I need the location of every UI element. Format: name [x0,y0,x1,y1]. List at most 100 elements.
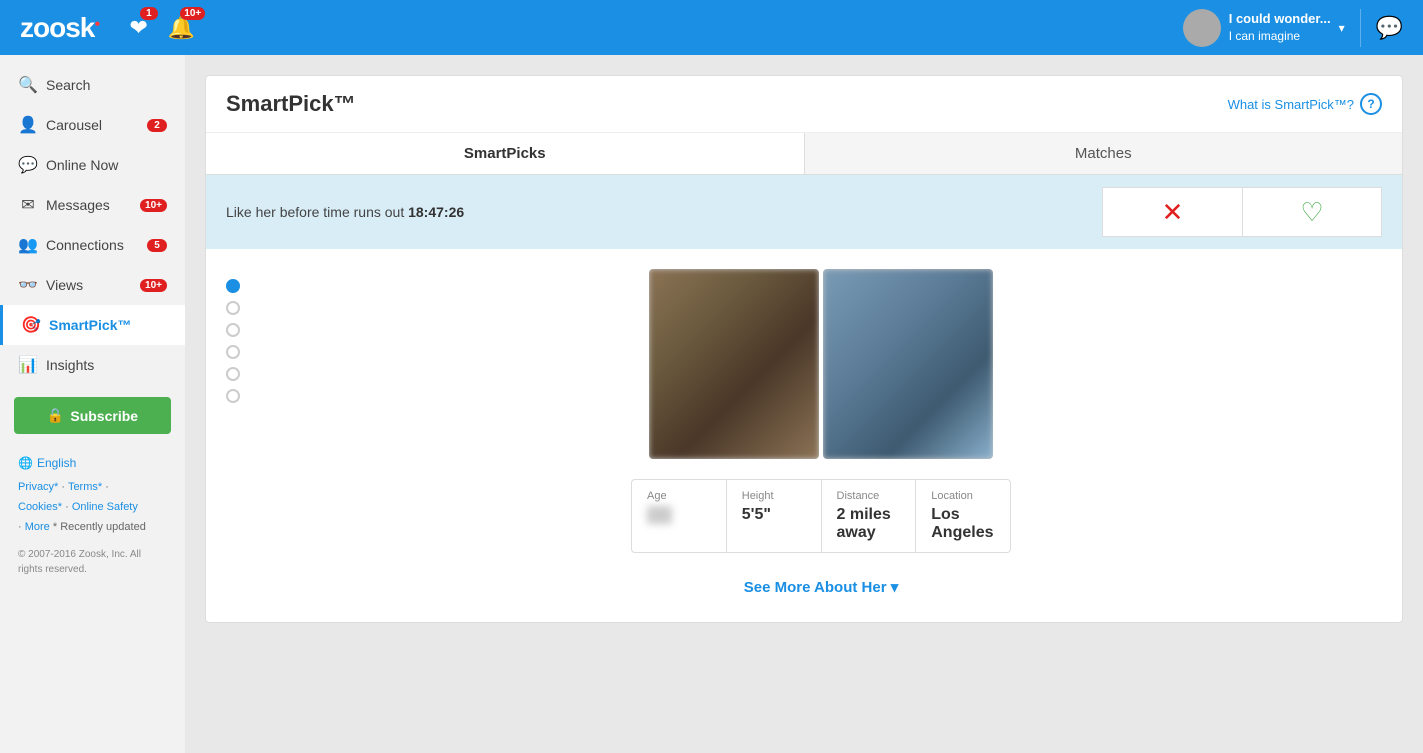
terms-link[interactable]: Terms* [68,481,102,493]
height-label: Height [742,490,806,502]
sidebar-item-search[interactable]: 🔍 Search [0,65,185,105]
notifications-badge: 1 [140,7,158,20]
action-buttons: ✕ ♡ [1102,187,1382,237]
recently-updated-text: * Recently updated [53,521,146,533]
profile-photo-2[interactable] [823,269,993,459]
help-link-text: What is SmartPick™? [1228,97,1354,112]
username: I could wonder... [1229,10,1331,28]
smartpick-icon: 🎯 [21,315,41,335]
see-more-link[interactable]: See More About Her ▾ [744,579,899,596]
privacy-link[interactable]: Privacy* [18,481,58,493]
online-safety-link[interactable]: Online Safety [72,501,138,513]
carousel-icon: 👤 [18,115,38,135]
sidebar-item-connections[interactable]: 👥 Connections 5 [0,225,185,265]
messages-badge: 10+ [140,199,167,212]
main-content: SmartPick™ What is SmartPick™? ? SmartPi… [185,55,1423,753]
subscribe-button[interactable]: 🔒 Subscribe [14,397,171,434]
chevron-down-icon: ▾ [1339,21,1345,35]
globe-icon: 🌐 [18,456,33,470]
photo-dot-1[interactable] [226,279,240,293]
profile-area: Age Height 5'5" Distance 2 miles away [206,249,1402,622]
language-label: English [37,456,76,470]
user-info: I could wonder... I can imagine [1229,10,1331,45]
views-icon: 👓 [18,275,38,295]
sidebar-item-label: Views [46,277,140,293]
sidebar-item-label: Messages [46,197,140,213]
layout: 🔍 Search 👤 Carousel 2 💬 Online Now ✉ Mes… [0,55,1423,753]
photo-dot-3[interactable] [226,323,240,337]
tabs-bar: SmartPicks Matches [206,133,1402,175]
sidebar-item-views[interactable]: 👓 Views 10+ [0,265,185,305]
avatar [1183,9,1221,47]
topnav-icons: ❤ 1 🔔 10+ [129,15,1182,41]
sidebar-item-online-now[interactable]: 💬 Online Now [0,145,185,185]
alerts-badge: 10+ [180,7,205,20]
sidebar-item-label: SmartPick™ [49,317,167,333]
connections-badge: 5 [147,239,167,252]
topnav-right: I could wonder... I can imagine ▾ 💬 [1183,9,1403,47]
dislike-button[interactable]: ✕ [1102,187,1242,237]
lock-icon: 🔒 [47,407,64,424]
age-value [647,506,672,524]
dislike-icon: ✕ [1162,197,1184,228]
sidebar-item-label: Connections [46,237,147,253]
like-button[interactable]: ♡ [1242,187,1382,237]
photo-dot-2[interactable] [226,301,240,315]
connections-icon: 👥 [18,235,38,255]
sidebar-item-insights[interactable]: 📊 Insights [0,345,185,385]
see-more-section: See More About Her ▾ [631,568,1011,602]
user-menu[interactable]: I could wonder... I can imagine ▾ [1183,9,1361,47]
sidebar: 🔍 Search 👤 Carousel 2 💬 Online Now ✉ Mes… [0,55,185,753]
profile-photo-1[interactable] [649,269,819,459]
height-value: 5'5" [742,506,806,524]
smartpick-container: SmartPick™ What is SmartPick™? ? SmartPi… [205,75,1403,623]
photo-indicators [226,269,240,602]
smartpick-help-link[interactable]: What is SmartPick™? ? [1228,93,1382,115]
distance-value: 2 miles away [837,506,901,542]
like-icon: ♡ [1300,197,1323,228]
tab-smartpicks[interactable]: SmartPicks [206,133,805,174]
profile-photos [649,269,993,459]
sidebar-item-label: Online Now [46,157,167,173]
location-label: Location [931,490,995,502]
help-icon: ? [1360,93,1382,115]
photo-dot-4[interactable] [226,345,240,359]
photos-grid [649,269,993,459]
carousel-badge: 2 [147,119,167,132]
copyright: © 2007-2016 Zoosk, Inc. All rights reser… [18,547,167,577]
alerts-button[interactable]: 🔔 10+ [168,15,195,41]
messages-icon: ✉ [18,195,38,215]
tab-matches[interactable]: Matches [805,133,1403,174]
sidebar-item-carousel[interactable]: 👤 Carousel 2 [0,105,185,145]
cookies-link[interactable]: Cookies* [18,501,62,513]
sidebar-item-messages[interactable]: ✉ Messages 10+ [0,185,185,225]
language-selector[interactable]: 🌐 English [18,456,167,470]
location-value: Los Angeles [931,506,995,542]
timer-bar: Like her before time runs out 18:47:26 ✕… [206,175,1402,249]
stat-distance: Distance 2 miles away [822,480,917,552]
sidebar-item-label: Insights [46,357,167,373]
age-label: Age [647,490,711,502]
profile-stats: Age Height 5'5" Distance 2 miles away [631,479,1011,553]
stat-age: Age [632,480,727,552]
photo-dot-5[interactable] [226,367,240,381]
online-icon: 💬 [18,155,38,175]
distance-label: Distance [837,490,901,502]
subscribe-label: Subscribe [70,408,138,424]
sidebar-footer: 🌐 English Privacy* · Terms* · Cookies* ·… [0,446,185,587]
views-badge: 10+ [140,279,167,292]
notifications-button[interactable]: ❤ 1 [129,15,147,41]
chat-icon[interactable]: 💬 [1376,15,1403,41]
search-icon: 🔍 [18,75,38,95]
logo: zoosk● [20,12,99,44]
photo-dot-6[interactable] [226,389,240,403]
stat-location: Location Los Angeles [916,480,1010,552]
more-link[interactable]: More [25,521,50,533]
timer-countdown: 18:47:26 [408,204,464,220]
timer-text: Like her before time runs out 18:47:26 [226,204,464,220]
smartpick-header: SmartPick™ What is SmartPick™? ? [206,76,1402,133]
sidebar-item-smartpick[interactable]: 🎯 SmartPick™ [0,305,185,345]
topnav: zoosk● ❤ 1 🔔 10+ I could wonder... I can… [0,0,1423,55]
footer-links: Privacy* · Terms* · Cookies* · Online Sa… [18,478,167,537]
stat-height: Height 5'5" [727,480,822,552]
